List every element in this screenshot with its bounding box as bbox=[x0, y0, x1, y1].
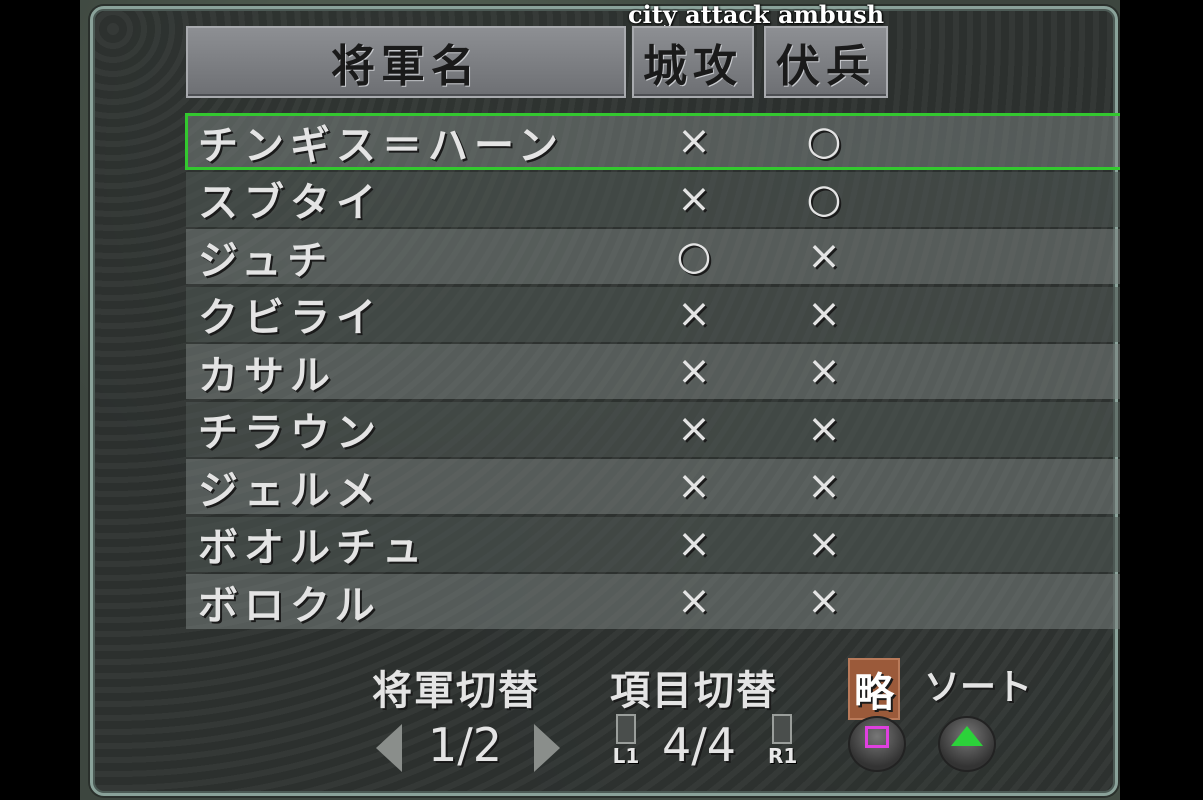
table-row[interactable]: クビライ × × bbox=[186, 286, 1120, 342]
abbrev-label: 略 bbox=[848, 658, 900, 720]
sort-label: ソート bbox=[924, 667, 1033, 708]
ambush-value: × bbox=[807, 290, 841, 337]
general-name: ジェルメ bbox=[198, 467, 382, 514]
switch-item-label: 項目切替 bbox=[610, 668, 778, 714]
ambush-value: ○ bbox=[806, 118, 842, 164]
r1-button[interactable]: R1 bbox=[768, 714, 798, 778]
table-row[interactable]: スブタイ × ○ bbox=[186, 171, 1120, 227]
switch-general-label: 将軍切替 bbox=[372, 668, 540, 714]
siege-value: × bbox=[677, 118, 711, 164]
triangle-button[interactable] bbox=[938, 716, 996, 772]
controls-nav: 1/2 L1 4/4 R1 bbox=[372, 714, 1072, 784]
general-name: クビライ bbox=[198, 295, 382, 341]
siege-value: × bbox=[677, 175, 711, 222]
siege-value: × bbox=[677, 520, 711, 567]
ambush-value: × bbox=[807, 463, 841, 509]
general-table: チンギス＝ハーン × ○ スブタイ × ○ ジュチ ○ × クビライ × × カ… bbox=[185, 113, 1120, 632]
general-name: ジュチ bbox=[198, 237, 334, 284]
item-page-indicator: 4/4 bbox=[662, 718, 737, 772]
l1-label: L1 bbox=[612, 744, 640, 768]
table-row[interactable]: ジュチ ○ × bbox=[186, 229, 1120, 284]
table-row[interactable]: ジェルメ × × bbox=[186, 459, 1120, 514]
page-indicator: 1/2 bbox=[428, 718, 503, 772]
column-header-ambush[interactable]: 伏兵 bbox=[764, 26, 888, 98]
ambush-value: × bbox=[807, 578, 841, 624]
general-name: チンギス＝ハーン bbox=[198, 122, 564, 169]
siege-value: × bbox=[677, 290, 711, 337]
column-header-general-name[interactable]: 将軍名 bbox=[186, 26, 626, 98]
siege-value: ○ bbox=[676, 233, 712, 279]
ambush-value: ○ bbox=[806, 175, 842, 222]
general-name: スブタイ bbox=[198, 180, 382, 226]
siege-value: × bbox=[677, 348, 711, 394]
next-page-arrow-icon[interactable] bbox=[534, 724, 560, 772]
general-name: ボロクル bbox=[198, 582, 381, 629]
general-name: チラウン bbox=[198, 410, 382, 456]
table-row[interactable]: カサル × × bbox=[186, 344, 1120, 399]
ambush-value: × bbox=[807, 405, 841, 452]
prev-page-arrow-icon[interactable] bbox=[376, 724, 402, 772]
ambush-value: × bbox=[807, 233, 841, 279]
table-row[interactable]: チンギス＝ハーン × ○ bbox=[185, 113, 1120, 170]
siege-value: × bbox=[677, 463, 711, 509]
controls-legend: 将軍切替 項目切替 略 ソート bbox=[372, 658, 1072, 720]
column-header-siege[interactable]: 城攻 bbox=[632, 26, 754, 98]
r1-label: R1 bbox=[768, 744, 798, 768]
square-button[interactable] bbox=[848, 716, 906, 772]
table-row[interactable]: ボロクル × × bbox=[186, 574, 1120, 629]
general-name: ボオルチュ bbox=[198, 525, 428, 571]
siege-value: × bbox=[677, 578, 711, 624]
square-icon bbox=[865, 726, 889, 748]
overlay-caption: city attack ambush bbox=[628, 0, 885, 29]
l1-button-icon bbox=[616, 714, 636, 744]
r1-button-icon bbox=[772, 714, 792, 744]
triangle-icon bbox=[951, 726, 983, 746]
game-screen: city attack ambush 将軍名 城攻 伏兵 チンギス＝ハーン × … bbox=[80, 0, 1120, 800]
l1-button[interactable]: L1 bbox=[612, 714, 640, 778]
table-row[interactable]: ボオルチュ × × bbox=[186, 516, 1120, 572]
table-row[interactable]: チラウン × × bbox=[186, 401, 1120, 457]
siege-value: × bbox=[677, 405, 711, 452]
general-name: カサル bbox=[198, 352, 336, 399]
ambush-value: × bbox=[807, 348, 841, 394]
ambush-value: × bbox=[807, 520, 841, 567]
